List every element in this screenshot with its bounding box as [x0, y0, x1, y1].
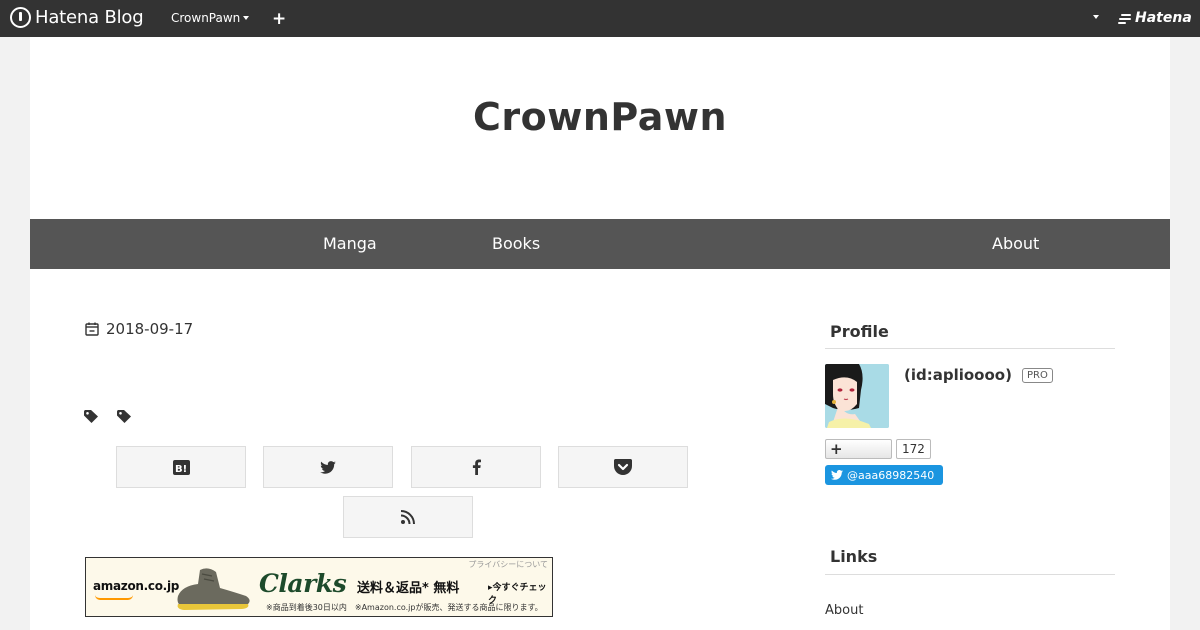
- hatena-brand-link[interactable]: Hatena: [1118, 10, 1192, 26]
- blog-title[interactable]: CrownPawn: [30, 95, 1170, 139]
- global-header: Hatena Blog CrownPawn + Hatena: [0, 0, 1200, 37]
- hatena-lines-icon: [1118, 13, 1132, 24]
- shoe-image: [177, 568, 250, 610]
- follow-button[interactable]: +: [825, 439, 892, 459]
- blog-switcher[interactable]: CrownPawn: [171, 11, 250, 25]
- pocket-icon: [614, 459, 632, 475]
- follow-plus-icon: +: [830, 440, 843, 458]
- profile-heading: Profile: [830, 322, 889, 341]
- profile-id[interactable]: (id:aplioooo): [904, 366, 1012, 384]
- svg-text:B!: B!: [175, 464, 187, 475]
- avatar-illustration: [825, 364, 889, 428]
- rss-icon: [401, 510, 415, 524]
- twitter-bird-icon: [831, 470, 843, 480]
- nav-item-manga[interactable]: Manga: [323, 234, 377, 253]
- hatena-bookmark-icon: B!: [172, 459, 190, 475]
- ad-banner[interactable]: プライバシーについて amazon.co.jp Clarks 送料＆返品* 無料…: [85, 557, 553, 617]
- user-menu-chevron-icon[interactable]: [1093, 15, 1099, 19]
- twitter-follow-button[interactable]: @aaa68982540: [825, 465, 943, 485]
- hatena-blog-logo[interactable]: Hatena Blog: [10, 7, 144, 28]
- ad-offer-text: 送料＆返品* 無料: [357, 581, 460, 596]
- blog-container: CrownPawn Manga Books About 2018-09-17 B…: [30, 37, 1170, 630]
- ad-privacy-link[interactable]: プライバシーについて: [468, 559, 548, 570]
- share-twitter-button[interactable]: [263, 446, 393, 488]
- share-facebook-button[interactable]: [411, 446, 541, 488]
- calendar-icon: [85, 322, 99, 336]
- tag-icon[interactable]: [84, 410, 99, 423]
- twitter-icon: [320, 460, 336, 474]
- hatena-logo-icon: [10, 7, 31, 28]
- blog-switcher-label: CrownPawn: [171, 11, 241, 25]
- nav-item-books[interactable]: Books: [492, 234, 540, 253]
- entry-date-text: 2018-09-17: [106, 320, 194, 338]
- subscribe-rss-button[interactable]: [343, 496, 473, 538]
- divider: [825, 574, 1115, 575]
- ad-note: ※商品到着後30日以内 ※Amazon.co.jpが販売、発送する商品に限ります…: [266, 603, 543, 612]
- share-hatena-bookmark-button[interactable]: B!: [116, 446, 246, 488]
- tag-icon[interactable]: [117, 410, 132, 423]
- hatena-brand-text: Hatena: [1135, 10, 1192, 26]
- divider: [825, 348, 1115, 349]
- amazon-smile-icon: [95, 595, 133, 600]
- link-about[interactable]: About: [825, 603, 863, 618]
- twitter-handle: @aaa68982540: [847, 468, 935, 482]
- follower-count[interactable]: 172: [896, 439, 931, 459]
- avatar[interactable]: [825, 364, 889, 428]
- category-nav: Manga Books About: [30, 219, 1170, 269]
- amazon-logo: amazon.co.jp: [93, 579, 180, 593]
- logo-text: Hatena Blog: [35, 7, 144, 28]
- clarks-logo: Clarks: [259, 569, 347, 598]
- entry-tags: [84, 410, 132, 423]
- nav-item-about[interactable]: About: [992, 234, 1039, 253]
- chevron-down-icon: [243, 16, 250, 20]
- entry-date[interactable]: 2018-09-17: [85, 320, 193, 338]
- links-heading: Links: [830, 547, 878, 566]
- pro-badge: PRO: [1022, 368, 1053, 383]
- add-button[interactable]: +: [272, 9, 286, 29]
- share-pocket-button[interactable]: [558, 446, 688, 488]
- facebook-icon: [472, 459, 481, 475]
